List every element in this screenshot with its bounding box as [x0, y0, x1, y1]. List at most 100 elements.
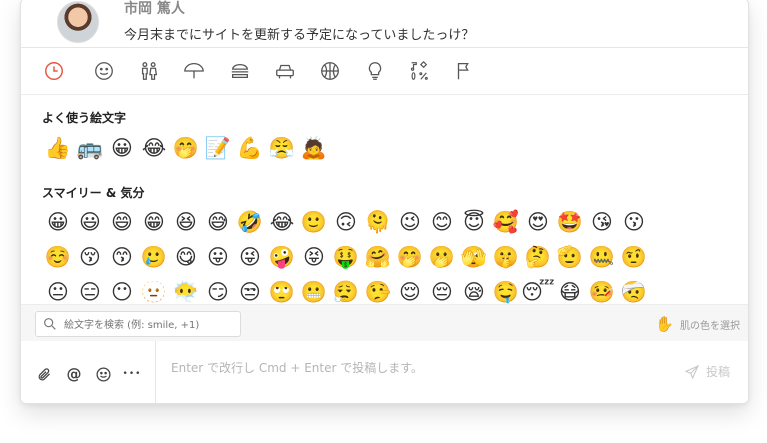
emoji-item[interactable]: 😤: [266, 133, 298, 163]
emoji-item[interactable]: 📝: [202, 133, 234, 163]
emoji-item[interactable]: 😔: [426, 277, 458, 304]
emoji-item[interactable]: 😅: [202, 207, 234, 237]
tab-people[interactable]: [136, 58, 162, 84]
emoji-item[interactable]: 😬: [298, 277, 330, 304]
post-label: 投稿: [705, 365, 730, 379]
mention-button[interactable]: @: [64, 364, 84, 384]
emoji-item[interactable]: 🙄: [266, 277, 298, 304]
emoji-item[interactable]: 😆: [170, 207, 202, 237]
tab-food[interactable]: [227, 58, 253, 84]
emoji-item[interactable]: 😗: [618, 207, 650, 237]
emoji-item[interactable]: 🤭: [170, 133, 202, 163]
emoji-item[interactable]: 😜: [234, 242, 266, 272]
emoji-item[interactable]: 😝: [298, 242, 330, 272]
emoji-item[interactable]: 😮‍💨: [330, 277, 362, 304]
section-title-smileys: スマイリー & 気分: [42, 186, 145, 200]
emoji-item[interactable]: 😃: [74, 207, 106, 237]
emoji-item[interactable]: 🤥: [362, 277, 394, 304]
message-composer: @ ••• Enter で改行し Cmd + Enter で投稿します。 投稿: [21, 341, 748, 403]
emoji-item[interactable]: 🤒: [586, 277, 618, 304]
category-bar: [21, 48, 748, 95]
emoji-item[interactable]: 🫠: [362, 207, 394, 237]
emoji-item[interactable]: 🫡: [554, 242, 586, 272]
emoji-item[interactable]: 😄: [106, 207, 138, 237]
emoji-item[interactable]: 🤑: [330, 242, 362, 272]
emoji-item[interactable]: 😍: [522, 207, 554, 237]
tab-recent[interactable]: [41, 58, 67, 84]
tab-travel[interactable]: [272, 58, 298, 84]
emoji-item[interactable]: 😙: [106, 242, 138, 272]
emoji-search-bar: ✋ 肌の色を選択: [21, 304, 748, 342]
send-icon: [684, 364, 700, 379]
tab-objects[interactable]: [362, 58, 388, 84]
emoji-item[interactable]: 😀: [106, 133, 138, 163]
umbrella-icon: [184, 63, 204, 79]
emoji-item[interactable]: 🫥: [138, 277, 170, 304]
emoji-item[interactable]: 😷: [554, 277, 586, 304]
emoji-item[interactable]: 🤫: [490, 242, 522, 272]
avatar[interactable]: [57, 1, 99, 43]
smiley-emoji-row: ☺️ 😚 😙 🥲 😋 😛 😜 🤪 😝 🤑 🤗 🤭 🫢 🫣 🤫 🤔 🫡 🤐 🤨: [42, 242, 650, 272]
emoji-item[interactable]: 🤤: [490, 277, 522, 304]
emoji-item[interactable]: 🤗: [362, 242, 394, 272]
emoji-item[interactable]: 😋: [170, 242, 202, 272]
people-icon: [141, 62, 158, 80]
emoji-item[interactable]: 😪: [458, 277, 490, 304]
emoji-item[interactable]: 🤨: [618, 242, 650, 272]
emoji-item[interactable]: 😉: [394, 207, 426, 237]
tab-flags[interactable]: [451, 58, 477, 84]
emoji-item[interactable]: 🙃: [330, 207, 362, 237]
emoji-item[interactable]: 😶: [106, 277, 138, 304]
emoji-item[interactable]: 🤐: [586, 242, 618, 272]
flag-icon: [457, 63, 469, 80]
emoji-item[interactable]: 😇: [458, 207, 490, 237]
emoji-item[interactable]: 🤭: [394, 242, 426, 272]
tab-nature[interactable]: [181, 58, 207, 84]
tab-activities[interactable]: [317, 58, 343, 84]
emoji-item[interactable]: 😂: [266, 207, 298, 237]
paperclip-icon: [38, 367, 50, 380]
emoji-item[interactable]: 😁: [138, 207, 170, 237]
emoji-item[interactable]: 🫣: [458, 242, 490, 272]
tab-symbols[interactable]: [406, 58, 432, 84]
emoji-item[interactable]: 😶‍🌫️: [170, 277, 202, 304]
emoji-item[interactable]: 🫢: [426, 242, 458, 272]
lightbulb-icon: [368, 62, 382, 80]
more-button[interactable]: •••: [122, 364, 142, 384]
emoji-item[interactable]: 😒: [234, 277, 266, 304]
skin-tone-selector[interactable]: ✋ 肌の色を選択: [655, 315, 740, 333]
search-icon: [44, 318, 56, 330]
emoji-item[interactable]: 😴: [521, 277, 555, 304]
emoji-item[interactable]: 🤔: [522, 242, 554, 272]
emoji-item[interactable]: 💪: [234, 133, 266, 163]
emoji-item[interactable]: 🙂: [298, 207, 330, 237]
emoji-item[interactable]: ☺️: [42, 242, 74, 272]
emoji-item[interactable]: 😘: [586, 207, 618, 237]
emoji-item[interactable]: 😀: [42, 207, 74, 237]
emoji-item[interactable]: 👍: [42, 133, 74, 163]
section-title-frequent: よく使う絵文字: [42, 111, 127, 125]
emoji-item[interactable]: 😊: [426, 207, 458, 237]
emoji-search-input[interactable]: [62, 315, 236, 335]
emoji-button[interactable]: [93, 364, 113, 384]
emoji-item[interactable]: 🙇: [298, 133, 330, 163]
emoji-item[interactable]: 🚌: [74, 133, 106, 163]
emoji-item[interactable]: 🤕: [618, 277, 650, 304]
emoji-item[interactable]: 😏: [202, 277, 234, 304]
emoji-item[interactable]: 🥲: [138, 242, 170, 272]
emoji-item[interactable]: 😚: [74, 242, 106, 272]
emoji-item[interactable]: 🤩: [554, 207, 586, 237]
tab-smileys[interactable]: [91, 58, 117, 84]
emoji-item[interactable]: 😛: [202, 242, 234, 272]
message-input[interactable]: Enter で改行し Cmd + Enter で投稿します。: [171, 359, 423, 376]
attach-button[interactable]: [34, 364, 54, 384]
emoji-item[interactable]: 🥰: [490, 207, 522, 237]
emoji-item[interactable]: 😂: [138, 133, 170, 163]
emoji-item[interactable]: 🤣: [234, 207, 266, 237]
post-button[interactable]: 投稿: [684, 363, 730, 380]
emoji-item[interactable]: 😌: [394, 277, 426, 304]
composer-toolbar: @ •••: [21, 341, 156, 403]
emoji-item[interactable]: 😑: [74, 277, 106, 304]
emoji-item[interactable]: 🤪: [266, 242, 298, 272]
emoji-item[interactable]: 😐: [42, 277, 74, 304]
